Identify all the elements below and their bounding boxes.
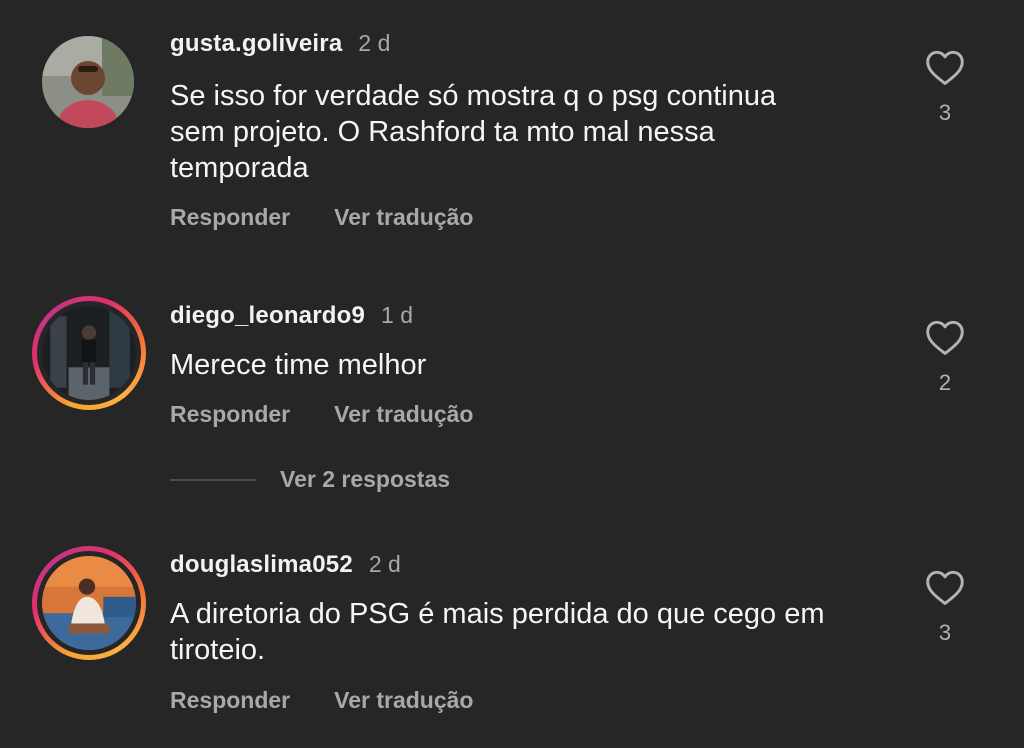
translate-button[interactable]: Ver tradução (334, 204, 473, 231)
reply-button[interactable]: Responder (170, 687, 290, 714)
username[interactable]: douglaslima052 (170, 551, 353, 579)
view-replies-label: Ver 2 respostas (280, 466, 451, 492)
comment-line: temporada (170, 152, 309, 184)
translate-button[interactable]: Ver tradução (334, 401, 473, 428)
comment-line: Merece time melhor (170, 349, 427, 381)
reply-button[interactable]: Responder (170, 401, 290, 428)
translate-button[interactable]: Ver tradução (334, 687, 473, 714)
username[interactable]: diego_leonardo9 (170, 302, 365, 330)
heart-outline-icon[interactable] (924, 48, 966, 86)
timestamp: 2 d (358, 30, 391, 56)
avatar-photo (42, 556, 136, 650)
comment-line: A diretoria do PSG é mais perdida do que… (170, 598, 825, 630)
avatar[interactable] (32, 296, 146, 410)
like-count: 3 (938, 620, 952, 645)
comment-text: Merece time melhor (170, 347, 870, 383)
view-replies-button[interactable]: Ver 2 respostas (170, 466, 450, 493)
comment-line: Se isso for verdade só mostra q o psg co… (170, 80, 777, 112)
like-control: 3 (920, 48, 970, 126)
avatar[interactable] (42, 36, 134, 128)
like-count: 2 (938, 370, 952, 395)
reply-button[interactable]: Responder (170, 204, 290, 231)
comment-line: tiroteio. (170, 634, 266, 666)
avatar-photo (42, 306, 136, 400)
heart-outline-icon[interactable] (924, 318, 966, 356)
like-count: 3 (938, 100, 952, 125)
avatar-photo (42, 36, 134, 128)
like-control: 3 (920, 568, 970, 646)
comment-text: Se isso for verdade só mostra q o psg co… (170, 78, 870, 186)
comments-list: gusta.goliveira 2 d Se isso for verdade … (0, 0, 1024, 748)
comment-line: sem projeto. O Rashford ta mto mal nessa (170, 116, 715, 148)
timestamp: 2 d (368, 551, 401, 577)
avatar[interactable] (32, 546, 146, 660)
like-control: 2 (920, 318, 970, 396)
heart-outline-icon[interactable] (924, 568, 966, 606)
divider-line (170, 478, 256, 481)
comment-text: A diretoria do PSG é mais perdida do que… (170, 596, 870, 668)
username[interactable]: gusta.goliveira (170, 30, 342, 58)
timestamp: 1 d (381, 302, 414, 328)
